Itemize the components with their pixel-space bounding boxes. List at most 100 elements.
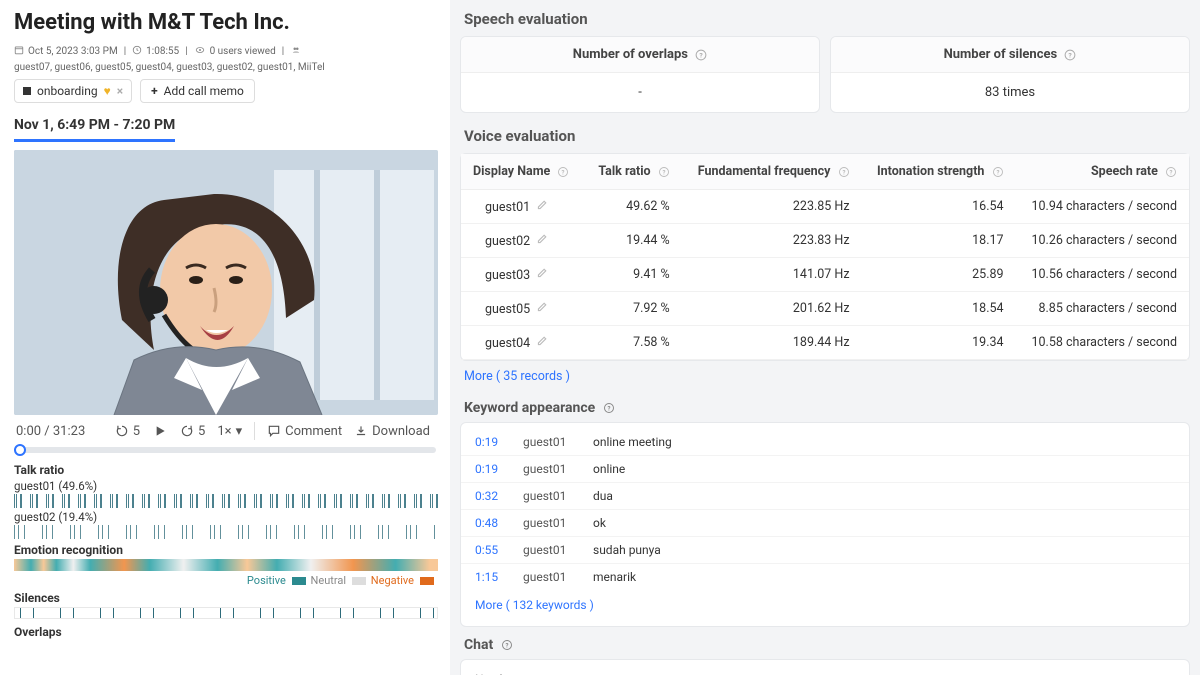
talk-guest01-label: guest01 (49.6%) (14, 479, 436, 493)
chat-empty-text: No chat text. (460, 659, 1190, 675)
close-icon[interactable]: × (117, 84, 123, 98)
card-silences-head: Number of silences (944, 47, 1058, 62)
speed-button[interactable]: 1× ▾ (213, 422, 246, 441)
keyword-row[interactable]: 0:32 guest01 dua (461, 482, 1189, 509)
plus-icon: + (151, 84, 158, 98)
card-overlaps: Number of overlaps ? - (460, 36, 820, 113)
keyword-time[interactable]: 0:55 (475, 543, 505, 557)
edit-icon[interactable] (536, 266, 549, 279)
keyword-time[interactable]: 0:48 (475, 516, 505, 530)
keyword-time[interactable]: 0:32 (475, 489, 505, 503)
voice-eval-table: Display Name ? Talk ratio ? Fundamental … (460, 153, 1190, 361)
keyword-user: guest01 (523, 489, 575, 503)
keyword-time[interactable]: 0:19 (475, 462, 505, 476)
keyword-appearance-title: Keyword appearance ? (464, 400, 1190, 416)
svg-text:?: ? (842, 169, 845, 176)
keyword-text: online (593, 462, 625, 476)
col-speech-rate: Speech rate ? (1016, 154, 1189, 190)
rewind-5-button[interactable]: 5 (111, 422, 144, 441)
help-icon[interactable]: ? (557, 166, 569, 178)
page-title: Meeting with M&T Tech Inc. (14, 10, 436, 35)
chevron-down-icon: ▾ (236, 424, 243, 439)
talk-guest02-label: guest02 (19.4%) (14, 510, 436, 524)
keywords-more-link[interactable]: More ( 132 keywords ) (461, 590, 1189, 620)
keyword-user: guest01 (523, 543, 575, 557)
keyword-user: guest01 (523, 435, 575, 449)
speech-eval-title: Speech evaluation (464, 10, 1190, 28)
keyword-row[interactable]: 0:19guest01online (461, 455, 1189, 482)
chat-title: Chat ? (464, 637, 1190, 653)
help-icon[interactable]: ? (992, 166, 1004, 178)
svg-text:?: ? (662, 169, 665, 176)
emotion-bar (14, 559, 438, 571)
keyword-row[interactable]: 1:15 guest01 menarik (461, 563, 1189, 590)
svg-text:?: ? (1170, 169, 1173, 176)
edit-icon[interactable] (536, 232, 549, 245)
talk-ratio-heading: Talk ratio (14, 463, 436, 477)
talk-guest02-wave (14, 525, 438, 539)
forward-5-button[interactable]: 5 (176, 422, 209, 441)
keyword-time[interactable]: 1:15 (475, 570, 505, 584)
svg-text:?: ? (996, 169, 999, 176)
comment-button[interactable]: Comment (263, 422, 346, 441)
legend-positive: Positive (247, 574, 286, 587)
card-overlaps-head: Number of overlaps (573, 47, 688, 62)
add-call-memo-button[interactable]: + Add call memo (140, 79, 255, 103)
card-silences: Number of silences ? 83 times (830, 36, 1190, 113)
edit-icon[interactable] (536, 334, 549, 347)
emotion-heading: Emotion recognition (14, 543, 436, 557)
swatch-negative (420, 577, 434, 585)
table-row: guest057.92 %201.62 Hz18.548.85 characte… (461, 292, 1189, 326)
table-row: guest0149.62 %223.85 Hz16.5410.94 charac… (461, 190, 1189, 224)
table-row: guest047.58 %189.44 Hz19.3410.58 charact… (461, 326, 1189, 360)
timeline-scrubber[interactable] (14, 447, 436, 453)
table-row: guest039.41 %141.07 Hz25.8910.56 charact… (461, 258, 1189, 292)
heart-icon: ♥ (104, 84, 111, 98)
help-icon[interactable]: ? (1165, 166, 1177, 178)
tag-color-dot (23, 87, 31, 95)
help-icon[interactable]: ? (658, 166, 670, 178)
keyword-row[interactable]: 0:48guest01ok (461, 509, 1189, 536)
help-icon[interactable]: ? (1064, 49, 1076, 61)
people-icon (290, 45, 302, 58)
keyword-text: menarik (593, 570, 636, 584)
keyword-row[interactable]: 0:55 guest01 sudah punya (461, 536, 1189, 563)
help-icon[interactable]: ? (838, 166, 850, 178)
calendar-icon (14, 45, 24, 58)
meta-duration: 1:08:55 (146, 46, 179, 57)
help-icon[interactable]: ? (695, 49, 707, 61)
keyword-text: ok (593, 516, 606, 530)
edit-icon[interactable] (536, 300, 549, 313)
table-row: guest0219.44 %223.83 Hz18.1710.26 charac… (461, 224, 1189, 258)
timeline-handle[interactable] (14, 444, 26, 456)
talk-guest01-wave (14, 494, 438, 508)
download-label: Download (372, 424, 430, 439)
edit-icon[interactable] (536, 198, 549, 211)
keyword-text: online meeting (593, 435, 672, 449)
keyword-time[interactable]: 0:19 (475, 435, 505, 449)
download-button[interactable]: Download (350, 422, 434, 441)
keyword-row[interactable]: 0:19 guest01 online meeting (461, 429, 1189, 455)
voice-more-link[interactable]: More ( 35 records ) (460, 361, 1190, 390)
keyword-text: sudah punya (593, 543, 661, 557)
tab-timestamp[interactable]: Nov 1, 6:49 PM - 7:20 PM (14, 113, 175, 142)
svg-text:?: ? (608, 405, 611, 412)
add-memo-label: Add call memo (164, 84, 244, 98)
video-player[interactable] (14, 150, 438, 415)
col-fundamental-freq: Fundamental frequency ? (682, 154, 862, 190)
tag-onboarding[interactable]: onboarding ♥ × (14, 79, 132, 103)
col-intonation: Intonation strength ? (862, 154, 1016, 190)
play-button[interactable] (148, 421, 172, 441)
voice-eval-title: Voice evaluation (464, 127, 1190, 145)
silences-wave (14, 607, 438, 619)
keyword-user: guest01 (523, 570, 575, 584)
swatch-positive (292, 577, 306, 585)
keyword-text: dua (593, 489, 613, 503)
help-icon[interactable]: ? (501, 639, 513, 651)
player-time: 0:00 / 31:23 (16, 424, 85, 439)
rewind-5-label: 5 (133, 424, 140, 439)
col-talk-ratio: Talk ratio ? (584, 154, 682, 190)
help-icon[interactable]: ? (603, 402, 615, 414)
speed-label: 1× (217, 424, 231, 439)
meta-views: 0 users viewed (210, 46, 276, 57)
